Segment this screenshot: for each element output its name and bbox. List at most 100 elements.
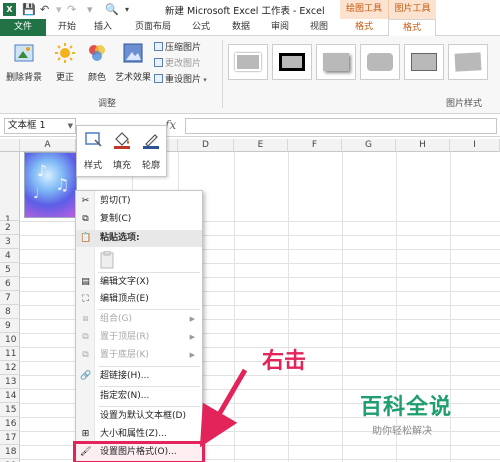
tab-formulas[interactable]: 公式 — [186, 19, 216, 36]
row-header-3[interactable]: 3 — [0, 235, 20, 249]
menu-item-bring-to-front[interactable]: ⧉ 置于顶层(R) ▶ — [76, 329, 202, 346]
change-picture-label: 更改图片 — [165, 59, 202, 69]
picture-style-5[interactable] — [404, 44, 444, 80]
row-header-1[interactable]: 1 — [0, 152, 20, 225]
tab-picture-format[interactable]: 格式 — [388, 19, 436, 37]
column-header-f[interactable]: F — [288, 139, 342, 152]
menu-separator — [98, 309, 200, 310]
menu-item-edit-points[interactable]: ⛶ 编辑顶点(E) — [76, 291, 202, 308]
picture-style-1[interactable] — [228, 44, 268, 80]
mini-style-label: 样式 — [83, 161, 102, 171]
menu-paste-option[interactable] — [76, 249, 202, 271]
reset-picture-button[interactable]: 重设图片 ▾ — [154, 74, 207, 87]
change-picture-button[interactable]: 更改图片 — [154, 58, 201, 71]
menu-item-copy[interactable]: ⧉ 复制(C) — [76, 211, 202, 228]
row-header-7[interactable]: 7 — [0, 291, 20, 305]
menu-item-group[interactable]: ⧈ 组合(G) ▶ — [76, 311, 202, 328]
scissors-icon: ✂ — [81, 196, 90, 206]
row-header-12[interactable]: 12 — [0, 361, 20, 375]
corrections-button[interactable]: 更正 — [52, 42, 78, 83]
menu-item-label: 超链接(H)... — [100, 371, 150, 381]
menu-item-edit-text[interactable]: ▤ 编辑文字(X) — [76, 274, 202, 291]
row-header-5[interactable]: 5 — [0, 263, 20, 277]
select-all-corner[interactable] — [0, 139, 20, 152]
hyperlink-icon: 🔗 — [80, 371, 92, 381]
column-header-g[interactable]: G — [342, 139, 396, 152]
row-header-2[interactable]: 2 — [0, 221, 20, 235]
formula-bar: 文本框 1 ▼ fx — [0, 115, 500, 137]
column-header-i[interactable]: I — [450, 139, 500, 152]
mini-fill-button[interactable]: 填充 — [108, 130, 136, 171]
row-header-11[interactable]: 11 — [0, 347, 20, 361]
artistic-effects-button[interactable]: 艺术效果 — [114, 42, 152, 83]
submenu-arrow-icon: ▶ — [189, 315, 195, 323]
mini-outline-button[interactable]: 轮廓 — [137, 130, 165, 171]
row-header-17[interactable]: 17 — [0, 431, 20, 445]
undo-icon[interactable]: ↶ — [40, 2, 49, 17]
remove-background-button[interactable]: 删除背景 — [4, 42, 44, 83]
submenu-arrow-icon: ▶ — [189, 351, 195, 359]
tab-home[interactable]: 开始 — [52, 19, 82, 36]
save-icon[interactable]: 💾 — [22, 2, 36, 17]
row-header-13[interactable]: 13 — [0, 375, 20, 389]
row-header-16[interactable]: 16 — [0, 417, 20, 431]
row-header-8[interactable]: 8 — [0, 305, 20, 319]
row-header-10[interactable]: 10 — [0, 333, 20, 347]
paste-icon — [100, 251, 114, 269]
style-preview — [454, 52, 482, 72]
column-header-d[interactable]: D — [178, 139, 234, 152]
tab-review[interactable]: 审阅 — [265, 19, 295, 36]
column-header-h[interactable]: H — [396, 139, 450, 152]
name-box[interactable]: 文本框 1 ▼ — [4, 118, 76, 134]
menu-item-label: 剪切(T) — [100, 196, 131, 206]
edit-text-icon: ▤ — [81, 277, 90, 287]
tab-insert[interactable]: 插入 — [88, 19, 118, 36]
picture-style-4[interactable] — [360, 44, 400, 80]
row-header-18[interactable]: 18 — [0, 445, 20, 459]
picture-style-2[interactable] — [272, 44, 312, 80]
redo-icon[interactable]: ↷ — [67, 2, 76, 17]
row-header-14[interactable]: 14 — [0, 389, 20, 403]
row-header-4[interactable]: 4 — [0, 249, 20, 263]
style-preview — [367, 53, 393, 71]
group-picture-styles-label: 图片样式 — [446, 99, 483, 109]
inserted-picture[interactable]: ♪ ♫ ♩ — [24, 152, 77, 218]
format-picture-icon: 🖌 — [80, 447, 92, 457]
tab-file[interactable]: 文件 — [0, 19, 46, 36]
tab-drawing-format[interactable]: 格式 — [340, 19, 388, 36]
row-header-15[interactable]: 15 — [0, 403, 20, 417]
compress-pictures-button[interactable]: 压缩图片 — [154, 42, 201, 55]
column-header-a[interactable]: A — [20, 139, 76, 152]
formula-input[interactable] — [185, 118, 497, 134]
customize-qat-icon[interactable]: ▾ — [125, 2, 129, 17]
print-preview-icon[interactable]: 🔍 — [105, 2, 119, 17]
picture-style-3[interactable] — [316, 44, 356, 80]
mini-style-button[interactable]: 样式 — [79, 130, 107, 171]
chevron-down-icon[interactable]: ▼ — [68, 119, 73, 133]
shape-style-icon — [85, 132, 102, 147]
menu-item-format-picture[interactable]: 🖌 设置图片格式(O)... — [73, 441, 205, 462]
menu-item-set-default-textbox[interactable]: 设置为默认文本框(D) — [76, 408, 202, 425]
mini-outline-label: 轮廓 — [141, 161, 160, 171]
column-header-e[interactable]: E — [234, 139, 288, 152]
menu-item-label: 粘贴选项: — [100, 233, 140, 243]
menu-item-send-to-back[interactable]: ⧉ 置于底层(K) ▶ — [76, 347, 202, 364]
row-header-9[interactable]: 9 — [0, 319, 20, 333]
menu-item-hyperlink[interactable]: 🔗 超链接(H)... — [76, 368, 202, 385]
ribbon-tabs: 文件 开始 插入 页面布局 公式 数据 审阅 视图 格式 格式 — [0, 19, 500, 37]
name-box-value: 文本框 1 — [8, 120, 46, 131]
picture-style-6[interactable] — [448, 44, 488, 80]
menu-item-label: 编辑顶点(E) — [100, 294, 149, 304]
menu-item-cut[interactable]: ✂ 剪切(T) — [76, 193, 202, 210]
tab-data[interactable]: 数据 — [226, 19, 256, 36]
watermark-subtitle: 助你轻松解决 — [372, 426, 432, 437]
row-header-6[interactable]: 6 — [0, 277, 20, 291]
menu-item-size-properties[interactable]: ⊞ 大小和属性(Z)... — [76, 426, 202, 443]
tab-page-layout[interactable]: 页面布局 — [128, 19, 178, 36]
corrections-label: 更正 — [55, 73, 74, 83]
undo-dropdown-icon[interactable]: ▾ — [56, 2, 62, 17]
redo-dropdown-icon[interactable]: ▾ — [87, 2, 93, 17]
color-button[interactable]: 颜色 — [84, 42, 110, 83]
menu-item-assign-macro[interactable]: 指定宏(N)... — [76, 388, 202, 405]
tab-view[interactable]: 视图 — [304, 19, 334, 36]
